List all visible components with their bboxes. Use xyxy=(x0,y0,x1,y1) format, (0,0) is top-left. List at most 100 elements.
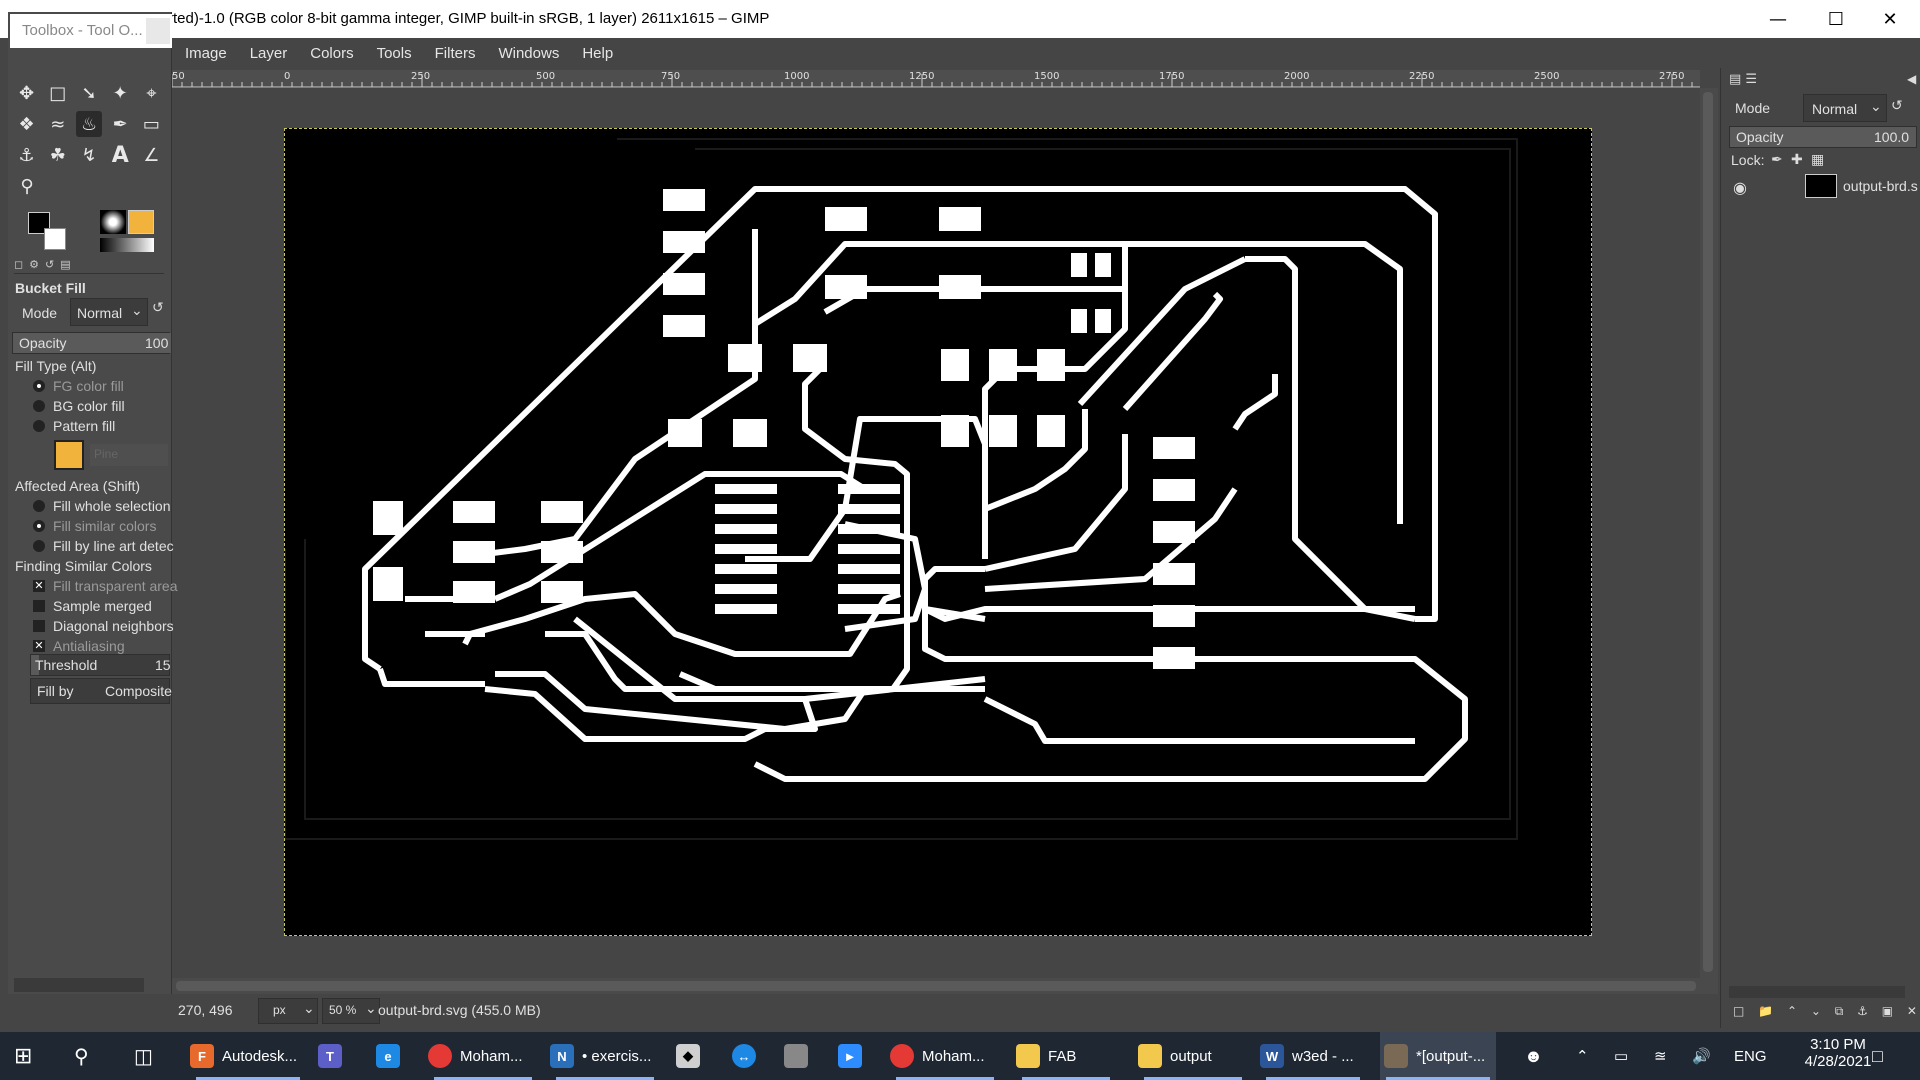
menu-help[interactable]: Help xyxy=(582,45,613,62)
taskbar-item-teams[interactable]: T xyxy=(318,1032,350,1080)
new-layer-icon[interactable]: □ xyxy=(1733,1004,1744,1019)
taskbar-item-app[interactable] xyxy=(784,1032,816,1080)
checkbox-sample-merged[interactable]: Sample merged xyxy=(33,598,152,614)
duplicate-layer-icon[interactable]: ⧉ xyxy=(1835,1004,1844,1019)
scrollbar-thumb[interactable] xyxy=(176,981,1696,991)
text-icon[interactable]: A xyxy=(108,142,133,168)
delete-layer-icon[interactable]: ✕ xyxy=(1907,1004,1917,1019)
gradient-preview[interactable] xyxy=(100,238,154,252)
tool-options-tab-icon[interactable]: ◻ xyxy=(14,258,23,273)
taskbar-item-teamviewer[interactable]: ↔ xyxy=(732,1032,764,1080)
fill-by-select[interactable]: Fill by Composite xyxy=(30,678,172,704)
lock-alpha-icon[interactable]: ▦ xyxy=(1811,152,1824,168)
notifications-icon[interactable]: □ xyxy=(1872,1032,1883,1080)
fuzzy-select-icon[interactable]: ✦ xyxy=(108,80,133,106)
checkbox-antialiasing[interactable]: ✕ Antialiasing xyxy=(33,638,125,654)
show-hidden-icons[interactable]: ⌃ xyxy=(1576,1032,1589,1080)
lock-pixels-icon[interactable]: ✒ xyxy=(1771,152,1783,168)
reset-mode-icon[interactable]: ↺ xyxy=(152,300,168,324)
paintbrush-icon[interactable]: ✒ xyxy=(108,111,133,137)
images-tab-icon[interactable]: ▤ xyxy=(60,258,70,273)
toolbox-close-button[interactable] xyxy=(146,18,170,44)
taskbar-item-autodesk[interactable]: F Autodesk... xyxy=(190,1032,306,1080)
layer-row[interactable]: ◉ output-brd.s xyxy=(1721,172,1920,202)
radio-fill-similar-colors[interactable]: Fill similar colors xyxy=(33,518,156,534)
zoom-icon[interactable]: ⚲ xyxy=(14,173,40,199)
taskbar-item-chrome-1[interactable]: Moham... xyxy=(428,1032,538,1080)
task-view-button[interactable]: ◫ xyxy=(134,1032,153,1080)
people-icon[interactable]: ☻ xyxy=(1524,1032,1543,1080)
maximize-button[interactable]: ☐ xyxy=(1808,0,1864,38)
search-button[interactable]: ⚲ xyxy=(74,1032,89,1080)
menu-layer[interactable]: Layer xyxy=(250,45,288,62)
scrollbar-thumb[interactable] xyxy=(1703,92,1713,972)
taskbar-item-gimp[interactable]: *[output-... xyxy=(1380,1032,1496,1080)
lower-layer-icon[interactable]: ⌄ xyxy=(1811,1004,1821,1019)
crop-icon[interactable]: ⌖ xyxy=(139,80,164,106)
taskbar-item-edge[interactable]: e xyxy=(376,1032,408,1080)
layers-scrollbar[interactable] xyxy=(1729,986,1905,998)
horizontal-scrollbar[interactable] xyxy=(172,978,1718,994)
clone-icon[interactable]: ⚓ xyxy=(14,142,39,168)
mask-icon[interactable]: ▣ xyxy=(1882,1004,1893,1019)
measure-icon[interactable]: ∠ xyxy=(139,142,164,168)
smudge-icon[interactable]: ☘ xyxy=(45,142,70,168)
transform-icon[interactable]: ❖ xyxy=(14,111,39,137)
checkbox-diagonal-neighbors[interactable]: Diagonal neighbors xyxy=(33,618,174,634)
taskbar-item-word[interactable]: W w3ed - ... xyxy=(1260,1032,1366,1080)
taskbar-item-chrome-2[interactable]: Moham... xyxy=(890,1032,1000,1080)
warp-icon[interactable]: ≈ xyxy=(45,111,70,137)
dock-menu-icon[interactable]: ◀ xyxy=(1907,72,1916,86)
lock-position-icon[interactable]: ✚ xyxy=(1791,152,1803,168)
close-button[interactable]: ✕ xyxy=(1862,0,1918,38)
start-button[interactable]: ⊞ xyxy=(14,1032,32,1080)
dock-tab-icon[interactable]: ▤ ☰ xyxy=(1729,72,1757,87)
brush-preview[interactable] xyxy=(100,210,126,234)
language-indicator[interactable]: ENG xyxy=(1734,1032,1767,1080)
vertical-scrollbar[interactable] xyxy=(1700,88,1718,978)
checkbox-fill-transparent[interactable]: ✕ Fill transparent area xyxy=(33,578,178,594)
paths-icon[interactable]: ↯ xyxy=(76,142,101,168)
minimize-button[interactable]: — xyxy=(1750,0,1806,38)
radio-fill-line-art[interactable]: Fill by line art detec xyxy=(33,538,174,554)
wifi-icon[interactable]: ≊ xyxy=(1654,1032,1667,1080)
mode-select[interactable]: Normal ⌄ xyxy=(70,298,148,326)
rect-select-icon[interactable]: □ xyxy=(45,80,70,106)
zoom-select[interactable]: 50 % ⌄ xyxy=(322,998,380,1024)
menu-filters[interactable]: Filters xyxy=(435,45,476,62)
radio-pattern-fill[interactable]: Pattern fill xyxy=(33,418,115,434)
radio-bg-fill[interactable]: BG color fill xyxy=(33,398,125,414)
pattern-swatch[interactable] xyxy=(54,440,84,470)
device-status-tab-icon[interactable]: ⚙ xyxy=(29,258,39,273)
toolbox-scrollbar[interactable] xyxy=(14,978,144,992)
menu-windows[interactable]: Windows xyxy=(498,45,559,62)
eye-icon[interactable]: ◉ xyxy=(1733,178,1747,197)
opacity-slider[interactable]: Opacity 100 xyxy=(12,332,171,354)
threshold-slider[interactable]: Threshold 15 xyxy=(30,654,171,676)
taskbar-item-zoom[interactable]: ► xyxy=(838,1032,870,1080)
radio-fg-fill[interactable]: FG color fill xyxy=(33,378,124,394)
bg-color-swatch[interactable] xyxy=(44,228,66,250)
taskbar-item-exercise[interactable]: N • exercis... xyxy=(550,1032,660,1080)
menu-colors[interactable]: Colors xyxy=(310,45,353,62)
taskbar-item-git[interactable]: ◆ xyxy=(676,1032,708,1080)
bucket-fill-icon[interactable]: ♨ xyxy=(76,111,102,137)
raise-layer-icon[interactable]: ⌃ xyxy=(1787,1004,1797,1019)
undo-history-tab-icon[interactable]: ↺ xyxy=(45,258,54,273)
eraser-icon[interactable]: ▭ xyxy=(139,111,164,137)
layers-mode-select[interactable]: Normal ⌄ xyxy=(1803,94,1887,122)
unit-select[interactable]: px ⌄ xyxy=(258,998,318,1024)
taskbar-item-output-folder[interactable]: output xyxy=(1138,1032,1248,1080)
pattern-preview[interactable] xyxy=(128,210,154,234)
image-canvas[interactable] xyxy=(284,128,1592,936)
layers-opacity-slider[interactable]: Opacity 100.0 xyxy=(1729,126,1917,148)
lasso-icon[interactable]: ➘ xyxy=(76,80,101,106)
battery-icon[interactable]: ▭ xyxy=(1614,1032,1628,1080)
menu-image[interactable]: Image xyxy=(185,45,227,62)
radio-fill-whole-selection[interactable]: Fill whole selection xyxy=(33,498,171,514)
anchor-layer-icon[interactable]: ⚓ xyxy=(1857,1004,1868,1019)
pattern-name-field[interactable]: Pine xyxy=(90,444,168,466)
volume-icon[interactable]: 🔊 xyxy=(1692,1032,1711,1080)
taskbar-item-fab-folder[interactable]: FAB xyxy=(1016,1032,1116,1080)
new-group-icon[interactable]: 📁 xyxy=(1758,1004,1773,1019)
